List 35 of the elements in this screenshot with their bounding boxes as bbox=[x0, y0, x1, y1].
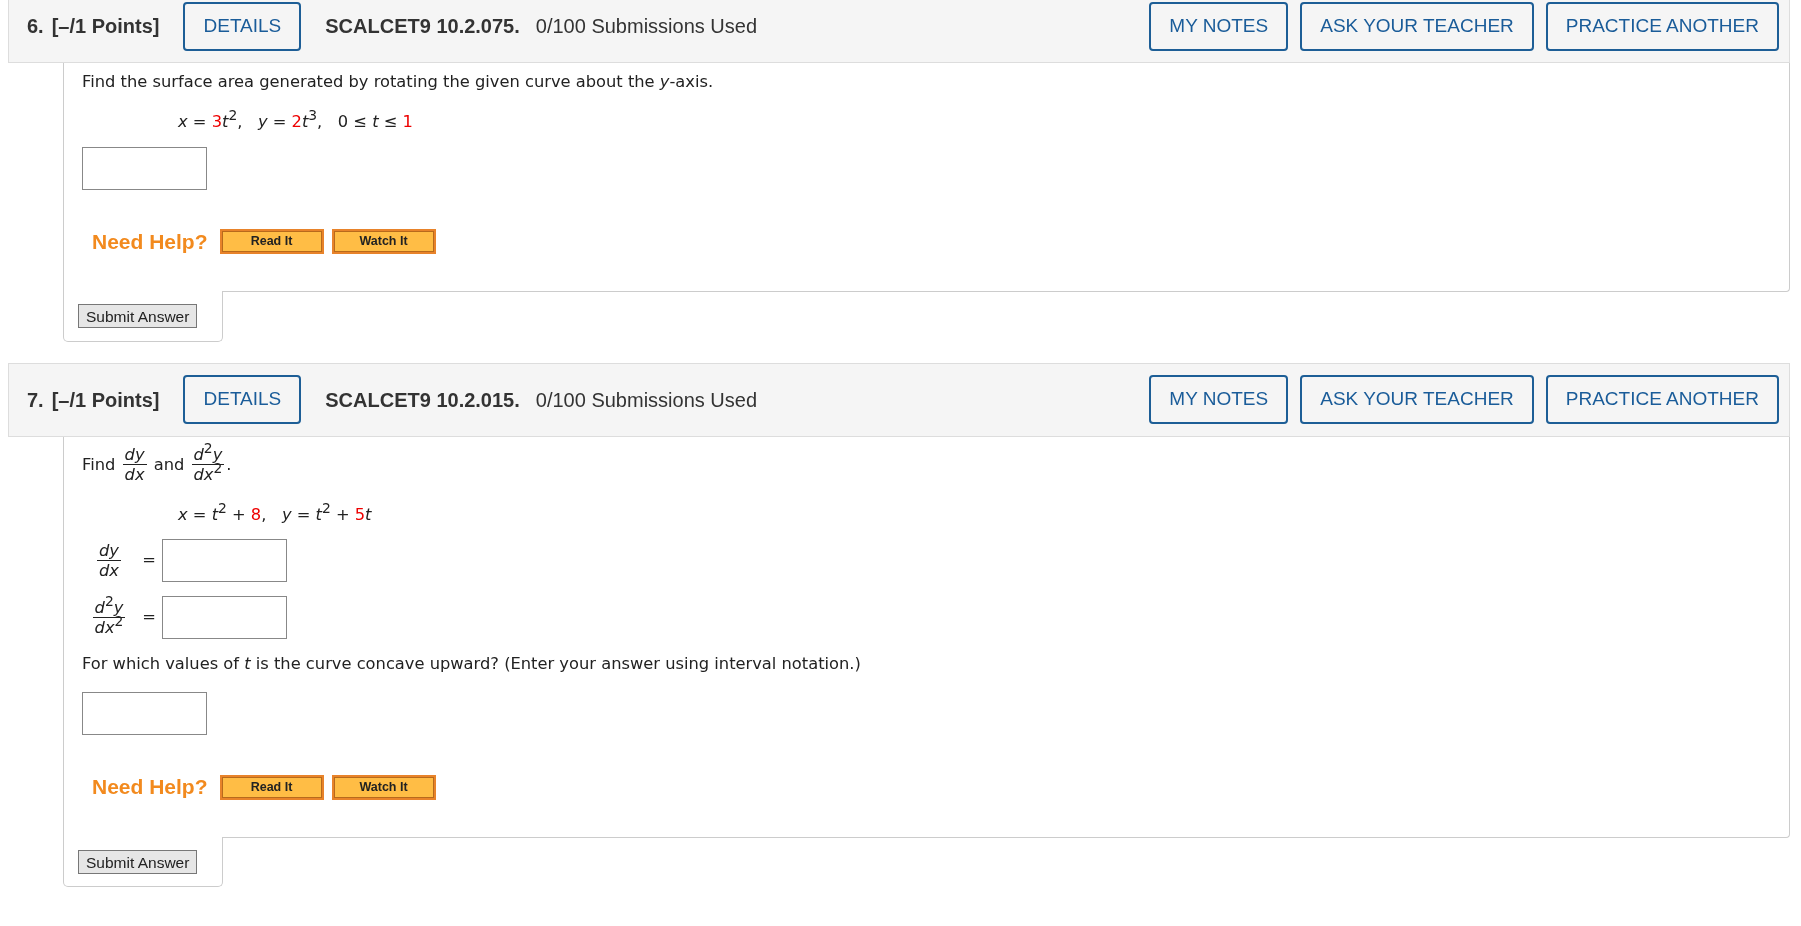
submit-answer-button[interactable]: Submit Answer bbox=[78, 304, 198, 329]
equation: x = t$^{2}$ + 8, y = t$^{2}$ + 5t bbox=[178, 502, 372, 526]
question-text: Find the surface area generated by rotating the given curve about the y-axis. bbox=[82, 71, 715, 93]
submissions-count: 0/100 Submissions Used bbox=[535, 387, 758, 413]
question-text: For which values of t is the curve concave upward? (Enter your answer using interval notation.) bbox=[82, 653, 862, 675]
equals-sign: = bbox=[141, 549, 157, 572]
notes-button[interactable]: MY NOTES bbox=[1149, 1, 1289, 51]
notes-button[interactable]: MY NOTES bbox=[1149, 375, 1289, 425]
answer-field[interactable] bbox=[82, 692, 207, 736]
question-number: 6. bbox=[27, 14, 44, 39]
details-button[interactable]: DETAILS bbox=[183, 375, 302, 425]
ask-teacher-button[interactable]: ASK YOUR TEACHER bbox=[1300, 375, 1534, 425]
answer-field[interactable] bbox=[82, 146, 207, 190]
need-help-label: Need Help? bbox=[92, 774, 208, 801]
read-it-button[interactable]: Read It bbox=[219, 774, 324, 800]
submissions-count: 0/100 Submissions Used bbox=[535, 14, 758, 39]
answer-field[interactable] bbox=[162, 596, 287, 640]
problem-code: SCALCET9 10.2.015. bbox=[325, 387, 520, 413]
points-label: [–/1 Points] bbox=[51, 387, 160, 413]
question-number: 7. bbox=[27, 387, 44, 413]
submit-answer-button[interactable]: Submit Answer bbox=[78, 849, 198, 874]
read-it-button[interactable]: Read It bbox=[219, 228, 324, 254]
points-label: [–/1 Points] bbox=[51, 14, 160, 39]
watch-it-button[interactable]: Watch It bbox=[331, 774, 436, 800]
fraction-label: dy dx bbox=[96, 540, 122, 581]
watch-it-button[interactable]: Watch It bbox=[331, 228, 436, 254]
equation: x = 3t$^{2}$, y = 2t$^{3}$, 0 ≤ t ≤ 1 bbox=[178, 110, 413, 134]
need-help-label: Need Help? bbox=[92, 228, 208, 255]
ask-teacher-button[interactable]: ASK YOUR TEACHER bbox=[1300, 1, 1534, 51]
equals-sign: = bbox=[141, 606, 157, 629]
answer-field[interactable] bbox=[162, 539, 287, 583]
practice-button[interactable]: PRACTICE ANOTHER bbox=[1545, 375, 1779, 425]
practice-button[interactable]: PRACTICE ANOTHER bbox=[1545, 1, 1779, 51]
problem-code: SCALCET9 10.2.075. bbox=[325, 14, 520, 39]
details-button[interactable]: DETAILS bbox=[183, 1, 302, 51]
